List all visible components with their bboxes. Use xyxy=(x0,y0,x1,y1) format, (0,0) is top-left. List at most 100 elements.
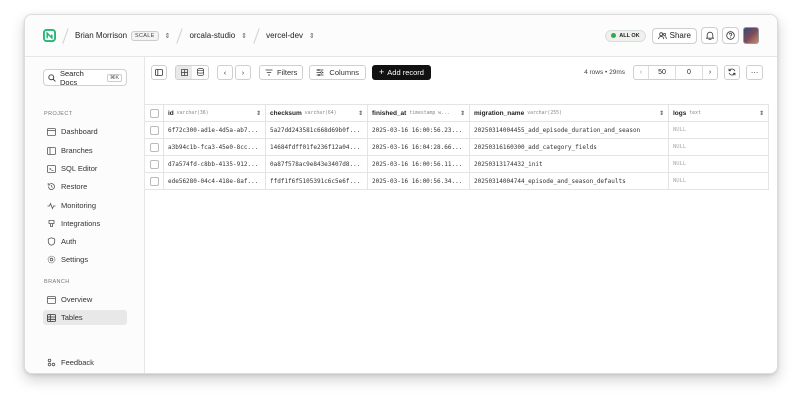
column-name: checksum xyxy=(270,109,302,117)
table-cell[interactable]: 20250313174432_init xyxy=(470,156,669,172)
auth-icon xyxy=(47,237,56,246)
columns-button[interactable]: Columns xyxy=(309,64,367,80)
refresh-button[interactable] xyxy=(724,64,740,80)
next-button[interactable]: › xyxy=(235,64,251,80)
toggle-sidebar-button[interactable] xyxy=(151,64,167,80)
breadcrumb-separator xyxy=(176,27,184,44)
page-prev-button[interactable]: ‹ xyxy=(634,65,649,79)
plus-icon: + xyxy=(379,66,385,77)
share-button[interactable]: Share xyxy=(651,27,697,44)
table-cell[interactable]: ede56280-04c4-418e-8af... xyxy=(164,173,266,189)
table-cell[interactable]: 6f72c300-ad1e-4d5a-ab7... xyxy=(164,122,266,138)
page-next-button[interactable]: › xyxy=(703,66,717,79)
table-cell[interactable]: 20250314004744_episode_and_season_defaul… xyxy=(470,173,669,189)
breadcrumb-user[interactable]: Brian Morrison SCALE ⇕ xyxy=(75,30,170,41)
sidebar-item-label: Monitoring xyxy=(61,201,97,210)
row-checkbox[interactable] xyxy=(149,176,159,186)
sidebar-item-sql-editor[interactable]: SQL Editor xyxy=(43,161,127,176)
sidebar-item-label: Tables xyxy=(61,313,83,322)
sidebar-item-label: SQL Editor xyxy=(61,164,98,173)
add-record-button[interactable]: + Add record xyxy=(372,64,431,80)
sidebar-item-overview[interactable]: Overview xyxy=(43,292,127,307)
notifications-button[interactable] xyxy=(701,27,718,44)
table-cell[interactable]: 2025-03-16 16:00:56.23... xyxy=(368,122,470,138)
table-cell[interactable]: 0a87f578ac9e843e3407d8... xyxy=(266,156,368,172)
chevron-right-icon: › xyxy=(241,67,245,77)
sort-icon[interactable]: ⇕ xyxy=(759,110,764,117)
table-cell[interactable]: NULL xyxy=(669,122,769,138)
sort-icon[interactable]: ⇕ xyxy=(460,110,465,117)
column-type: text xyxy=(689,110,701,116)
table-cell[interactable]: 14684fdff01fe236f12a04... xyxy=(266,139,368,155)
column-header-checksum[interactable]: checksum varchar(64) ⇕ xyxy=(266,105,368,121)
sidebar-item-tables[interactable]: Tables xyxy=(43,310,127,325)
sidebar-item-restore[interactable]: Restore xyxy=(43,179,127,194)
row-checkbox-cell xyxy=(145,156,164,172)
schema-view-button[interactable] xyxy=(192,66,208,79)
more-options-button[interactable]: ⋯ xyxy=(746,64,763,80)
table-row[interactable]: d7a574fd-c8bb-4135-912... 0a87f578ac9e84… xyxy=(145,156,769,173)
sidebar-item-monitoring[interactable]: Monitoring xyxy=(43,198,127,213)
dashboard-icon xyxy=(47,127,56,136)
app-logo-icon[interactable] xyxy=(43,29,56,42)
table-cell[interactable]: NULL xyxy=(669,156,769,172)
column-header-logs[interactable]: logs text ⇕ xyxy=(669,105,769,121)
table-cell[interactable]: 2025-03-16 16:00:56.34... xyxy=(368,173,470,189)
sort-icon[interactable]: ⇕ xyxy=(358,110,363,117)
table-row[interactable]: 6f72c300-ad1e-4d5a-ab7... 5a27dd243581c6… xyxy=(145,122,769,139)
breadcrumb-branch[interactable]: vercel-dev ⇕ xyxy=(266,31,315,40)
row-checkbox[interactable] xyxy=(149,125,159,135)
view-mode-toggle xyxy=(175,64,209,80)
sidebar-item-auth[interactable]: Auth xyxy=(43,234,127,249)
help-icon xyxy=(726,31,735,40)
page-size-input[interactable]: 50 xyxy=(649,65,676,79)
column-header-migration-name[interactable]: migration_name varchar(255) ⇕ xyxy=(470,105,669,121)
column-type: varchar(64) xyxy=(304,110,337,116)
row-checkbox-cell xyxy=(145,139,164,155)
sort-icon[interactable]: ⇕ xyxy=(659,110,664,117)
help-button[interactable] xyxy=(722,27,739,44)
table-cell[interactable]: ffdf1f6f5105391c6c5e6f... xyxy=(266,173,368,189)
table-cell[interactable]: 20250314004455_add_episode_duration_and_… xyxy=(470,122,669,138)
user-avatar[interactable] xyxy=(743,27,759,44)
table-cell[interactable]: 5a27dd243581c668d69b0f... xyxy=(266,122,368,138)
sort-icon[interactable]: ⇕ xyxy=(256,110,261,117)
table-row[interactable]: a3b94c1b-fca3-45e0-8cc... 14684fdff01fe2… xyxy=(145,139,769,156)
table-cell[interactable]: 2025-03-16 16:00:56.11... xyxy=(368,156,470,172)
table-cell[interactable]: d7a574fd-c8bb-4135-912... xyxy=(164,156,266,172)
status-text: ALL OK xyxy=(619,32,640,39)
column-header-id[interactable]: id varchar(36) ⇕ xyxy=(164,105,266,121)
row-checkbox[interactable] xyxy=(149,159,159,169)
sidebar-item-label: Settings xyxy=(61,255,89,264)
select-all-checkbox[interactable] xyxy=(149,108,159,118)
column-name: finished_at xyxy=(372,109,407,117)
sidebar-item-dashboard[interactable]: Dashboard xyxy=(43,124,127,139)
grid-view-button[interactable] xyxy=(176,65,192,79)
sidebar-item-label: Auth xyxy=(61,237,77,246)
offset-input[interactable]: 0 xyxy=(676,65,703,79)
table-cell[interactable]: NULL xyxy=(669,173,769,189)
row-checkbox-cell xyxy=(145,173,164,189)
table-cell[interactable]: a3b94c1b-fca3-45e0-8cc... xyxy=(164,139,266,155)
sidebar-item-branches[interactable]: Branches xyxy=(43,143,127,158)
database-icon xyxy=(196,68,204,76)
column-header-finished-at[interactable]: finished_at timestamp w... ⇕ xyxy=(368,105,470,121)
sidebar: Search Docs ⌘K PROJECT Dashboard Branche… xyxy=(25,57,145,373)
table-cell[interactable]: 20250316160300_add_category_fields xyxy=(470,139,669,155)
status-badge[interactable]: ALL OK xyxy=(605,29,646,42)
prev-button[interactable]: ‹ xyxy=(217,64,233,80)
sidebar-item-settings[interactable]: Settings xyxy=(43,252,127,267)
sql-editor-icon xyxy=(47,164,56,173)
feedback-label: Feedback xyxy=(61,358,94,367)
filters-button[interactable]: Filters xyxy=(259,64,304,80)
table-cell[interactable]: NULL xyxy=(669,139,769,155)
sidebar-item-label: Integrations xyxy=(61,219,101,228)
feedback-button[interactable]: Feedback xyxy=(43,355,127,370)
row-checkbox[interactable] xyxy=(149,142,159,152)
chevron-right-icon: › xyxy=(708,68,712,76)
table-cell[interactable]: 2025-03-16 16:04:28.66... xyxy=(368,139,470,155)
breadcrumb-project[interactable]: orcala-studio ⇕ xyxy=(189,31,247,40)
sidebar-item-integrations[interactable]: Integrations xyxy=(43,216,127,231)
table-row[interactable]: ede56280-04c4-418e-8af... ffdf1f6f510539… xyxy=(145,173,769,190)
search-docs-button[interactable]: Search Docs ⌘K xyxy=(43,69,127,87)
